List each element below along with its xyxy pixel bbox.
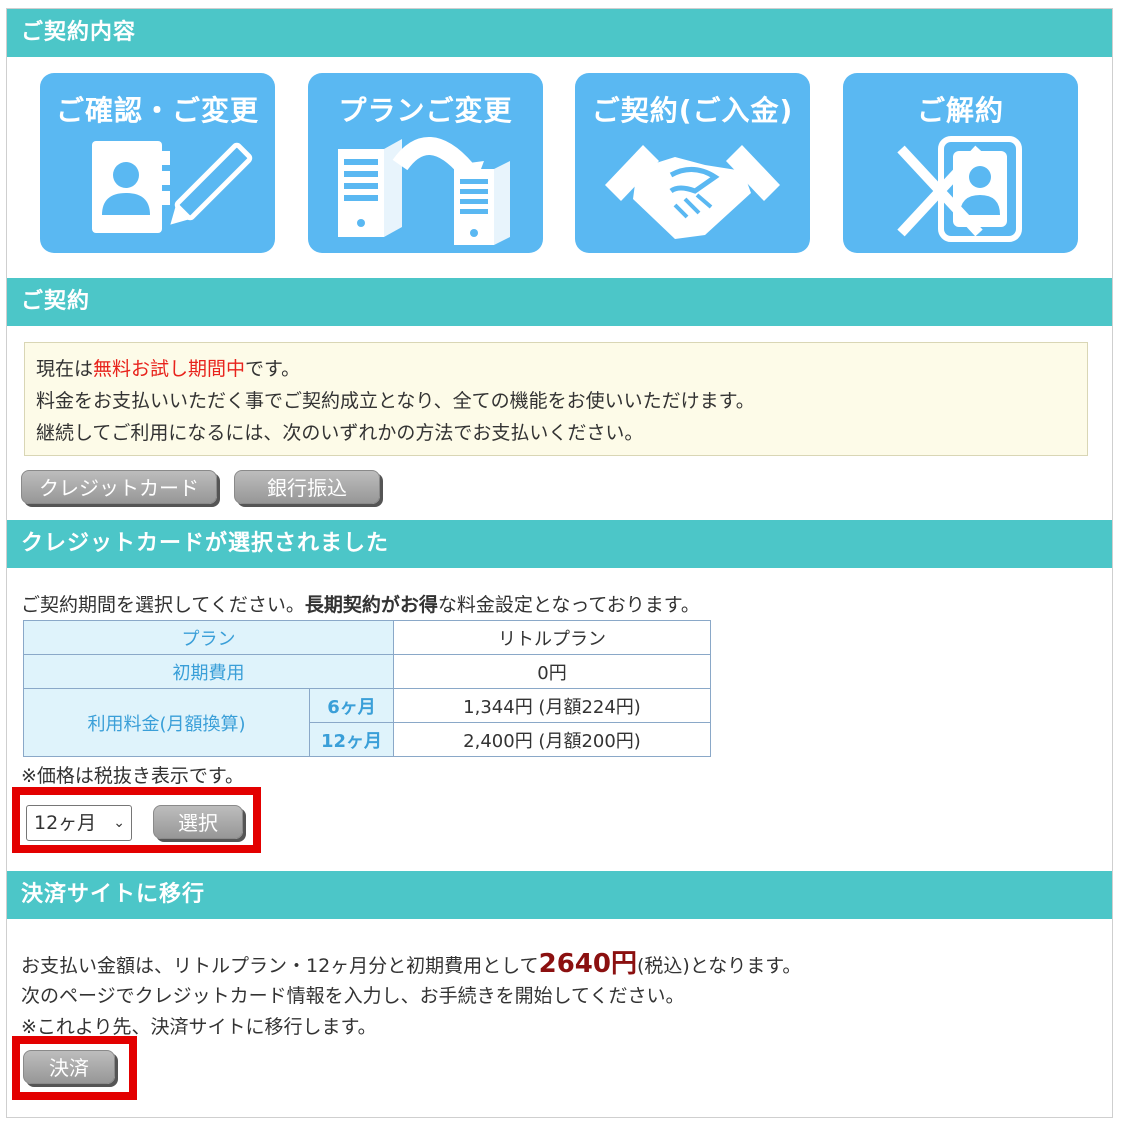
period-intro: ご契約期間を選択してください。長期契約がお得な料金設定となっております。 [21, 590, 700, 617]
period-text: な料金設定となっております。 [437, 594, 700, 616]
select-button[interactable]: 選択 [153, 805, 243, 839]
checkout-button[interactable]: 決済 [23, 1050, 115, 1084]
tile-cancellation[interactable]: ご解約 [843, 73, 1078, 253]
payment-text: となります。 [689, 955, 802, 977]
payment-site-header: 決済サイトに移行 [7, 871, 1112, 919]
notice-line-2: 料金をお支払いいただく事でご契約成立となり、全ての機能をお使いいただけます。 [36, 390, 755, 412]
period-text: ご契約期間を選択してください。 [21, 594, 305, 616]
period-select-value: 12ヶ月 [34, 812, 97, 834]
term-12-months: 12ヶ月 [309, 722, 394, 757]
tile-label: ご契約(ご入金) [591, 94, 794, 127]
chevron-down-icon: ⌄ [113, 815, 125, 831]
credit-card-button[interactable]: クレジットカード [21, 470, 217, 504]
notice-text: 現在は [36, 358, 94, 380]
contact-edit-icon [92, 141, 253, 233]
credit-selected-header: クレジットカードが選択されました [7, 520, 1112, 568]
table-row: 初期費用 0円 [23, 654, 711, 689]
initial-fee-label: 初期費用 [23, 654, 394, 689]
payment-amount-line: お支払い金額は、リトルプラン・12ヶ月分と初期費用として2640円(税込)となり… [21, 943, 801, 980]
tax-included-text: (税込) [636, 955, 690, 977]
tile-label: ご解約 [916, 94, 1004, 127]
contract-panel: ご契約内容 ご確認・ご変更 プランご変更 ご契約(ご入金) ご解約 ご契約 現在… [6, 8, 1113, 1118]
plan-table: プラン リトルプラン 初期費用 0円 利用料金(月額換算) 6ヶ月 1,344円… [23, 620, 711, 757]
contract-header: ご契約 [7, 278, 1112, 326]
price-6-months: 1,344円 (月額224円) [393, 688, 711, 723]
payment-text: お支払い金額は、リトルプラン・12ヶ月分と初期費用として [21, 955, 539, 977]
payment-redirect-note: ※これより先、決済サイトに移行します。 [21, 1016, 377, 1038]
tile-contract-payment[interactable]: ご契約(ご入金) [575, 73, 810, 253]
tile-label: ご確認・ご変更 [55, 94, 259, 127]
cancel-contact-icon [897, 136, 1022, 242]
table-row: プラン リトルプラン [23, 620, 711, 655]
initial-fee-value: 0円 [393, 654, 711, 689]
tax-note: ※価格は税抜き表示です。 [21, 765, 245, 787]
tile-confirm-change[interactable]: ご確認・ご変更 [40, 73, 275, 253]
table-row: 利用料金(月額換算) 6ヶ月 1,344円 (月額224円) [23, 688, 711, 757]
notice-line-3: 継続してご利用になるには、次のいずれかの方法でお支払いください。 [36, 422, 644, 444]
trial-status-text: 無料お試し期間中 [93, 358, 246, 380]
server-swap-icon [338, 137, 510, 245]
plan-label: プラン [23, 620, 394, 655]
usage-fee-label: 利用料金(月額換算) [23, 688, 310, 757]
trial-notice: 現在は無料お試し期間中です。 料金をお支払いいただく事でご契約成立となり、全ての… [24, 342, 1088, 456]
period-select[interactable]: 12ヶ月 ⌄ [26, 805, 132, 841]
price-12-months: 2,400円 (月額200円) [393, 722, 711, 757]
payment-amount: 2640円 [538, 949, 637, 979]
bank-transfer-button[interactable]: 銀行振込 [234, 470, 380, 504]
tile-label: プランご変更 [338, 94, 513, 127]
plan-value: リトルプラン [393, 620, 711, 655]
period-emphasis: 長期契約がお得 [304, 594, 438, 616]
contract-details-header: ご契約内容 [7, 9, 1112, 57]
notice-line-1: 現在は無料お試し期間中です。 [36, 353, 1076, 385]
handshake-icon [605, 145, 780, 239]
payment-instruction: 次のページでクレジットカード情報を入力し、お手続きを開始してください。 [21, 985, 685, 1007]
notice-text: です。 [245, 358, 301, 380]
tile-plan-change[interactable]: プランご変更 [308, 73, 543, 253]
term-6-months: 6ヶ月 [309, 688, 394, 723]
